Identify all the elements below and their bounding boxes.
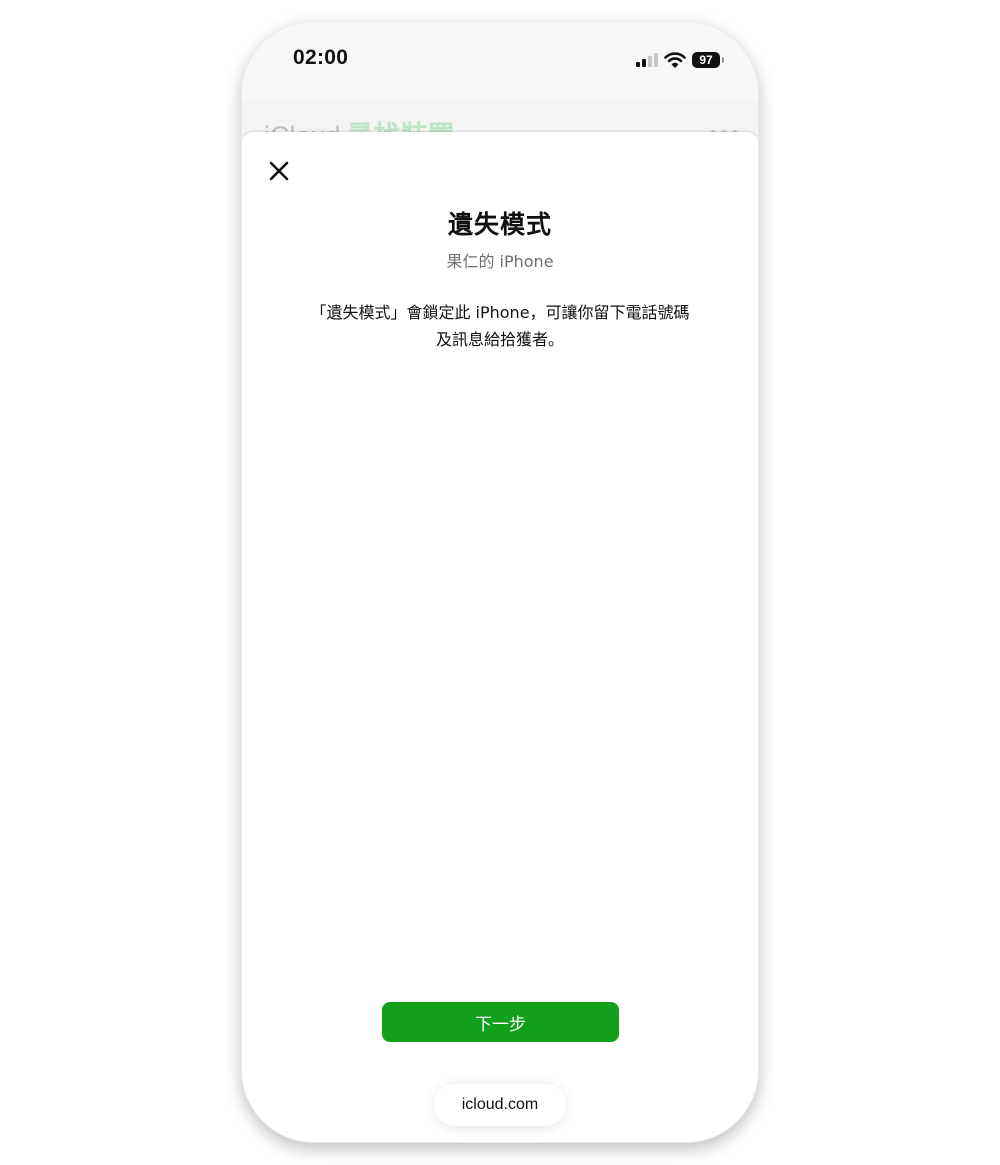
phone-frame: 02:00 97 iCloud尋找裝置 bbox=[242, 22, 758, 1142]
sheet-title: 遺失模式 bbox=[447, 210, 552, 239]
status-icons: 97 bbox=[636, 50, 724, 70]
battery-icon: 97 bbox=[692, 52, 724, 68]
description-line-1: 「遺失模式」會鎖定此 iPhone，可讓你留下電話號碼 bbox=[310, 303, 690, 322]
next-button[interactable]: 下一步 bbox=[382, 1002, 619, 1042]
status-time: 02:00 bbox=[293, 46, 349, 69]
lost-mode-description: 「遺失模式」會鎖定此 iPhone，可讓你留下電話號碼 及訊息給拾獲者。 bbox=[282, 299, 718, 353]
wifi-icon bbox=[664, 52, 686, 68]
close-button[interactable] bbox=[266, 158, 292, 184]
cellular-signal-icon bbox=[636, 53, 658, 67]
description-line-2: 及訊息給拾獲者。 bbox=[435, 330, 564, 349]
device-name: 果仁的 iPhone bbox=[446, 252, 554, 271]
address-bar[interactable]: icloud.com bbox=[434, 1084, 566, 1126]
status-bar: 02:00 97 bbox=[242, 22, 758, 100]
close-icon bbox=[269, 161, 289, 181]
lost-mode-sheet: 遺失模式 果仁的 iPhone 「遺失模式」會鎖定此 iPhone，可讓你留下電… bbox=[242, 132, 758, 1142]
